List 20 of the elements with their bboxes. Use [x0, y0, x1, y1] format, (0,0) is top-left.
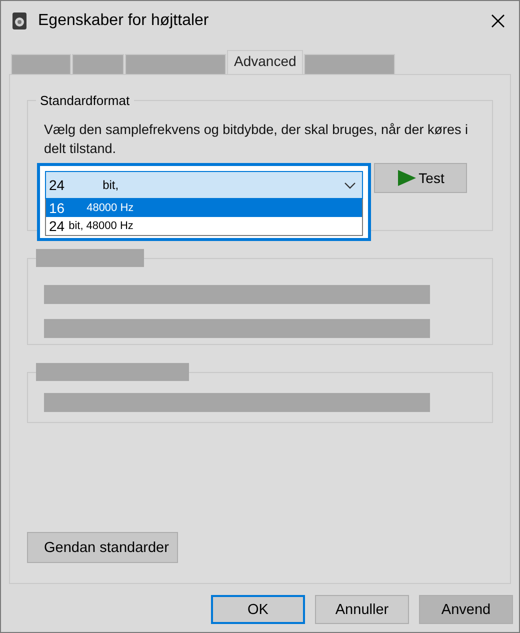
tab[interactable] — [125, 54, 226, 74]
tab[interactable] — [304, 54, 396, 74]
speaker-icon — [12, 12, 27, 30]
format-dropdown[interactable]: 24 bit, — [45, 171, 363, 199]
dialog-button[interactable]: Anvend — [419, 595, 513, 624]
dialog-button[interactable]: OK — [211, 595, 305, 624]
description-text: Vælg den samplefrekvens og bitdybde, der skal bruges, når der køres i delt tilstand. — [44, 121, 469, 158]
close-icon[interactable] — [491, 14, 505, 28]
dropdown-option[interactable]: 16 48000 Hz — [46, 199, 362, 217]
tab[interactable] — [72, 54, 124, 74]
dialog-button[interactable]: Annuller — [315, 595, 409, 624]
chevron-down-icon — [344, 182, 356, 188]
tab[interactable] — [11, 54, 71, 74]
window-title: Egenskaber for højttaler — [38, 12, 209, 30]
dropdown-option[interactable]: 24 bit, 48000 Hz — [46, 217, 362, 235]
test-button[interactable]: Test — [374, 163, 467, 193]
group-label: Standardformat — [39, 93, 131, 108]
restore-defaults-button[interactable]: Gendan standarder — [27, 532, 178, 563]
tab[interactable]: Advanced — [227, 50, 304, 74]
play-icon — [396, 169, 417, 187]
